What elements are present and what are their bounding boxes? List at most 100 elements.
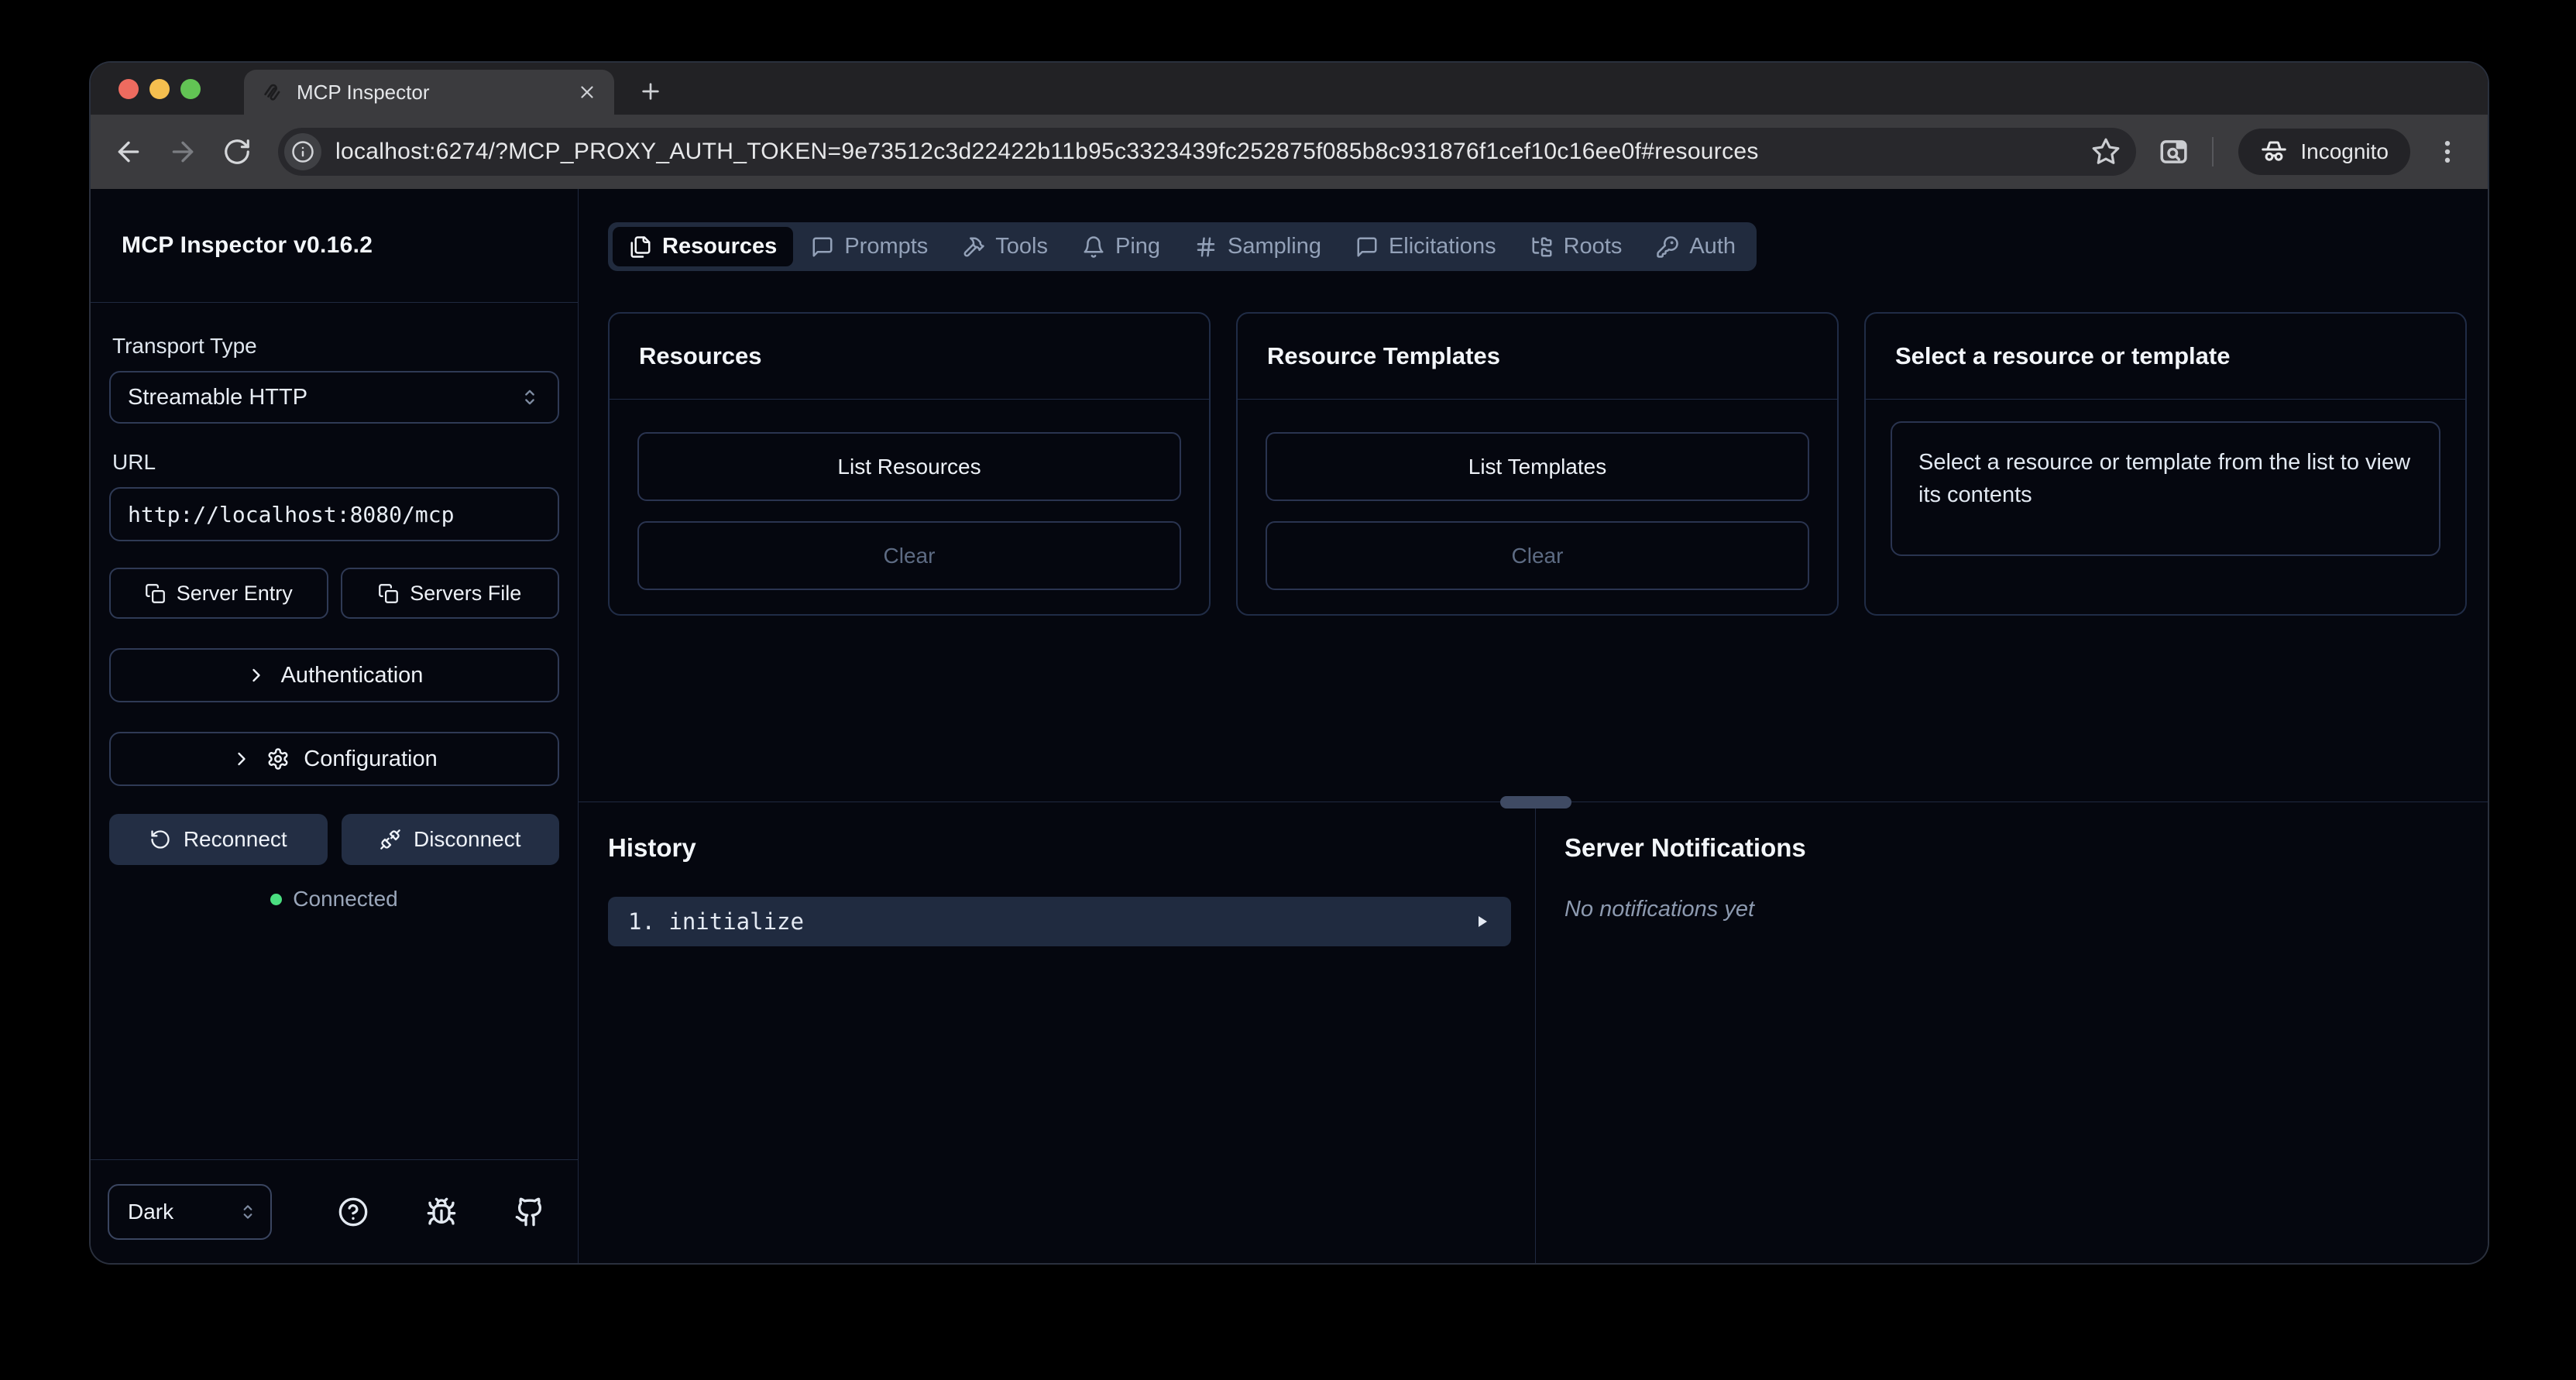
connected-status-label: Connected (293, 887, 397, 911)
server-notifications-title: Server Notifications (1564, 833, 2488, 863)
app-title: MCP Inspector v0.16.2 (122, 232, 373, 259)
clear-resources-button[interactable]: Clear (637, 521, 1181, 590)
sidebar: MCP Inspector v0.16.2 Transport Type Str… (91, 189, 579, 1263)
reconnect-label: Reconnect (184, 827, 287, 852)
resources-card-body: List Resources Clear (610, 400, 1209, 590)
close-window-button[interactable] (118, 79, 139, 99)
configuration-toggle[interactable]: Configuration (109, 732, 559, 786)
bookmark-star-icon[interactable] (2091, 137, 2121, 166)
transport-type-value: Streamable HTTP (128, 385, 307, 410)
url-text[interactable]: localhost:6274/?MCP_PROXY_AUTH_TOKEN=9e7… (335, 139, 2091, 165)
templates-card-body: List Templates Clear (1238, 400, 1837, 590)
templates-card-title: Resource Templates (1267, 342, 1500, 370)
resources-card-header: Resources (610, 314, 1209, 400)
servers-file-label: Servers File (410, 582, 521, 606)
tab-label: Resources (662, 234, 777, 259)
server-entry-button[interactable]: Server Entry (109, 568, 328, 619)
tab-title: MCP Inspector (297, 81, 572, 105)
incognito-label: Incognito (2300, 139, 2389, 164)
chevron-right-icon (231, 748, 252, 770)
tab-search-icon[interactable] (2158, 136, 2190, 168)
clear-templates-button[interactable]: Clear (1266, 521, 1809, 590)
browser-menu-icon[interactable] (2432, 136, 2463, 167)
tab-prompts[interactable]: Prompts (795, 227, 944, 266)
message-square-icon (1355, 235, 1379, 259)
hammer-icon (962, 235, 985, 259)
top-pane: Resources Prompts Tools Ping (579, 189, 2488, 802)
github-icon[interactable] (513, 1196, 546, 1228)
browser-tab[interactable]: MCP Inspector (244, 70, 614, 115)
screenshot-stage: MCP Inspector (0, 0, 2576, 1380)
resource-detail-card: Select a resource or template Select a r… (1864, 312, 2467, 616)
tab-auth[interactable]: Auth (1640, 227, 1752, 266)
toolbar-divider (2212, 137, 2214, 166)
tab-label: Sampling (1228, 234, 1321, 259)
page-content: MCP Inspector v0.16.2 Transport Type Str… (91, 189, 2488, 1263)
unplug-icon (380, 829, 401, 850)
fullscreen-window-button[interactable] (180, 79, 201, 99)
chevron-right-icon (246, 664, 267, 686)
chevrons-up-down-icon (238, 1202, 258, 1222)
reload-icon[interactable] (219, 134, 255, 170)
history-panel: History 1. initialize (579, 802, 1536, 1263)
rotate-ccw-icon (149, 829, 171, 850)
back-icon[interactable] (111, 134, 146, 170)
reconnect-button[interactable]: Reconnect (109, 814, 328, 865)
site-info-icon[interactable] (284, 133, 321, 170)
copy-buttons-row: Server Entry Servers File (109, 568, 559, 619)
resources-card-title: Resources (639, 342, 762, 370)
bell-icon (1082, 235, 1105, 259)
incognito-badge: Incognito (2238, 129, 2410, 175)
disconnect-button[interactable]: Disconnect (342, 814, 560, 865)
tab-label: Elicitations (1389, 234, 1496, 259)
copy-icon (145, 583, 166, 604)
authentication-toggle[interactable]: Authentication (109, 648, 559, 702)
hash-icon (1194, 235, 1218, 259)
tab-sampling[interactable]: Sampling (1178, 227, 1338, 266)
history-title: History (608, 833, 1511, 863)
url-label: URL (112, 450, 559, 475)
tab-tools[interactable]: Tools (946, 227, 1064, 266)
tab-elicitations[interactable]: Elicitations (1339, 227, 1513, 266)
files-icon (629, 235, 652, 259)
bug-report-icon[interactable] (425, 1196, 458, 1228)
resize-handle[interactable] (1500, 796, 1571, 808)
server-url-input[interactable]: http://localhost:8080/mcp (109, 487, 559, 541)
help-icon[interactable] (337, 1196, 369, 1228)
tab-label: Auth (1689, 234, 1736, 259)
history-item[interactable]: 1. initialize (608, 897, 1511, 946)
transport-type-label: Transport Type (112, 334, 559, 359)
tab-resources[interactable]: Resources (613, 227, 793, 266)
tab-label: Ping (1115, 234, 1160, 259)
resource-templates-card: Resource Templates List Templates Clear (1236, 312, 1839, 616)
tab-roots[interactable]: Roots (1514, 227, 1639, 266)
connection-buttons-row: Reconnect Disconnect (109, 814, 559, 865)
theme-value: Dark (128, 1200, 173, 1224)
detail-card-body: Select a resource or template from the l… (1866, 400, 2465, 556)
minimize-window-button[interactable] (149, 79, 170, 99)
list-resources-button[interactable]: List Resources (637, 432, 1181, 501)
server-notifications-panel: Server Notifications No notifications ye… (1536, 802, 2488, 1263)
templates-card-header: Resource Templates (1238, 314, 1837, 400)
incognito-icon (2260, 138, 2288, 166)
theme-select[interactable]: Dark (108, 1184, 272, 1240)
address-bar[interactable]: localhost:6274/?MCP_PROXY_AUTH_TOKEN=9e7… (278, 128, 2136, 176)
server-url-value: http://localhost:8080/mcp (128, 502, 454, 527)
no-notifications-message: No notifications yet (1564, 897, 2488, 922)
list-templates-button[interactable]: List Templates (1266, 432, 1809, 501)
servers-file-button[interactable]: Servers File (341, 568, 560, 619)
mcp-logo-favicon-icon (261, 81, 284, 104)
expand-arrow-icon[interactable] (1472, 912, 1491, 931)
configuration-label: Configuration (304, 747, 438, 772)
key-icon (1656, 235, 1679, 259)
browser-tab-strip: MCP Inspector (91, 63, 2488, 115)
tab-close-icon[interactable] (572, 77, 602, 107)
new-tab-button[interactable] (634, 75, 667, 108)
forward-icon[interactable] (165, 134, 201, 170)
resource-cards-row: Resources List Resources Clear Resource … (608, 312, 2467, 616)
tab-ping[interactable]: Ping (1066, 227, 1176, 266)
authentication-label: Authentication (281, 663, 424, 688)
transport-type-select[interactable]: Streamable HTTP (109, 371, 559, 424)
copy-icon (378, 583, 399, 604)
browser-window: MCP Inspector (91, 63, 2488, 1263)
